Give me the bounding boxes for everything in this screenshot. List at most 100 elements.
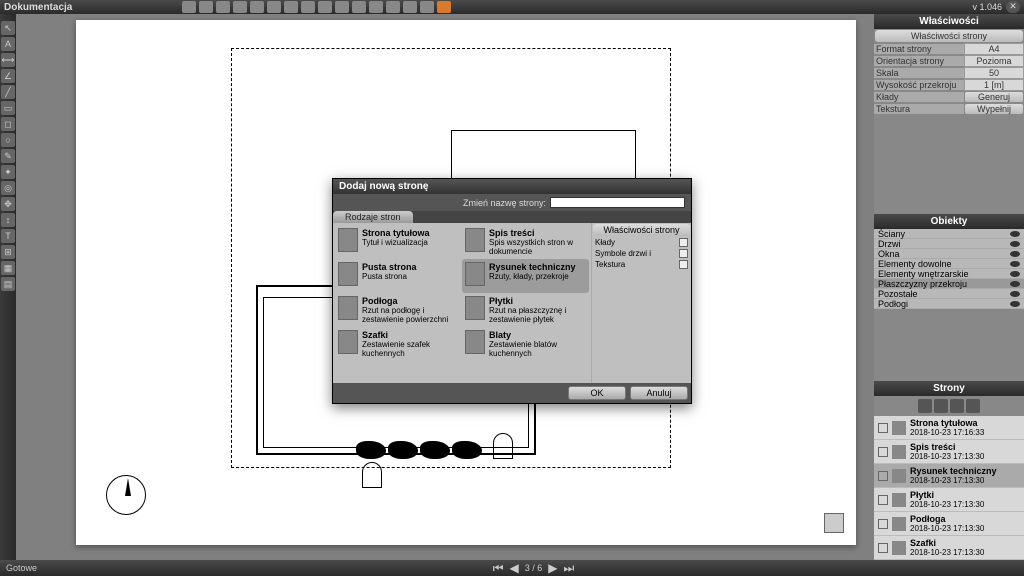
tool-t-icon[interactable]: T xyxy=(1,229,15,243)
top-toolbar xyxy=(182,1,451,13)
tool-icon[interactable] xyxy=(335,1,349,13)
visibility-icon[interactable] xyxy=(1010,231,1020,237)
tool-dim-icon[interactable]: ⟷ xyxy=(1,53,15,67)
page-checkbox[interactable] xyxy=(878,543,888,553)
tool-icon[interactable] xyxy=(403,1,417,13)
object-row[interactable]: Drzwi xyxy=(874,239,1024,249)
page-checkbox[interactable] xyxy=(878,447,888,457)
tool-icon[interactable] xyxy=(420,1,434,13)
tool-rect-icon[interactable]: ▭ xyxy=(1,101,15,115)
page-thumb-icon xyxy=(892,517,906,531)
checkbox[interactable] xyxy=(679,249,688,258)
prop-value[interactable]: A4 xyxy=(964,43,1024,55)
props-section[interactable]: Właściwości strony xyxy=(875,30,1023,42)
page-type-item[interactable]: Strona tytułowaTytuł i wizualizacja xyxy=(335,225,462,259)
page-row[interactable]: Strona tytułowa2018-10-23 17:16:33 xyxy=(874,416,1024,440)
visibility-icon[interactable] xyxy=(1010,281,1020,287)
visibility-icon[interactable] xyxy=(1010,251,1020,257)
page-next-icon[interactable]: ▶ xyxy=(548,561,557,575)
tool-icon[interactable] xyxy=(267,1,281,13)
visibility-icon[interactable] xyxy=(1010,261,1020,267)
prop-value[interactable]: 1 [m] xyxy=(964,79,1024,91)
generate-button[interactable]: Generuj xyxy=(964,91,1024,103)
tool-move-icon[interactable]: ✥ xyxy=(1,197,15,211)
pages-panel: Strona tytułowa2018-10-23 17:16:33Spis t… xyxy=(874,396,1024,560)
object-row[interactable]: Elementy wnętrzarskie xyxy=(874,269,1024,279)
dialog-title: Dodaj nową stronę xyxy=(333,179,691,194)
prop-value[interactable]: Pozioma xyxy=(964,55,1024,67)
object-row[interactable]: Płaszczyzny przekroju xyxy=(874,279,1024,289)
tool-angle-icon[interactable]: ∠ xyxy=(1,69,15,83)
tool-target-icon[interactable]: ◎ xyxy=(1,181,15,195)
page-checkbox[interactable] xyxy=(878,519,888,529)
tool-icon[interactable] xyxy=(386,1,400,13)
tool-icon[interactable] xyxy=(318,1,332,13)
tool-cal-icon[interactable]: ▤ xyxy=(1,277,15,291)
object-row[interactable]: Pozostałe xyxy=(874,289,1024,299)
page-row[interactable]: Spis treści2018-10-23 17:13:30 xyxy=(874,440,1024,464)
rename-input[interactable] xyxy=(550,197,685,208)
ok-button[interactable]: OK xyxy=(568,386,626,400)
prop-label: Tekstura xyxy=(874,104,964,114)
object-row[interactable]: Elementy dowolne xyxy=(874,259,1024,269)
checkbox[interactable] xyxy=(679,260,688,269)
page-type-item[interactable]: SzafkiZestawienie szafek kuchennych xyxy=(335,327,462,361)
tool-pen-icon[interactable]: ✎ xyxy=(1,149,15,163)
prop-value[interactable]: 50 xyxy=(964,67,1024,79)
tool-icon[interactable] xyxy=(301,1,315,13)
tool-icon[interactable] xyxy=(437,1,451,13)
page-last-icon[interactable]: ⏭ xyxy=(564,561,575,576)
page-row[interactable]: Płytki2018-10-23 17:13:30 xyxy=(874,488,1024,512)
page-row[interactable]: Rysunek techniczny2018-10-23 17:13:30 xyxy=(874,464,1024,488)
page-checkbox[interactable] xyxy=(878,471,888,481)
object-row[interactable]: Podłogi xyxy=(874,299,1024,309)
page-prev-icon[interactable]: ◀ xyxy=(510,561,519,575)
tool-icon[interactable] xyxy=(352,1,366,13)
tool-rect2-icon[interactable]: ◻ xyxy=(1,117,15,131)
dlg-prop-row: Kłady xyxy=(592,237,691,248)
page-checkbox[interactable] xyxy=(878,423,888,433)
visibility-icon[interactable] xyxy=(1010,301,1020,307)
fill-button[interactable]: Wypełnij xyxy=(964,103,1024,115)
tool-icon[interactable] xyxy=(250,1,264,13)
tool-line-icon[interactable]: ╱ xyxy=(1,85,15,99)
tool-cursor-icon[interactable]: ↖ xyxy=(1,21,15,35)
tool-icon[interactable] xyxy=(284,1,298,13)
dlg-right-header[interactable]: Właściwości strony xyxy=(593,224,690,236)
tool-grid-icon[interactable]: ▦ xyxy=(1,261,15,275)
page-type-item[interactable]: Rysunek technicznyRzuty, kłady, przekroj… xyxy=(462,259,589,293)
tool-icon[interactable] xyxy=(199,1,213,13)
tool-swap-icon[interactable]: ↕ xyxy=(1,213,15,227)
object-row[interactable]: Ściany xyxy=(874,229,1024,239)
page-first-icon[interactable]: ⏮ xyxy=(493,561,504,576)
page-row[interactable]: Podłoga2018-10-23 17:13:30 xyxy=(874,512,1024,536)
page-type-item[interactable]: PłytkiRzut na płaszczyznę i zestawienie … xyxy=(462,293,589,327)
page-type-item[interactable]: Pusta stronaPusta strona xyxy=(335,259,462,293)
cancel-button[interactable]: Anuluj xyxy=(630,386,688,400)
overview-icon[interactable] xyxy=(824,513,844,533)
tool-circle-icon[interactable]: ○ xyxy=(1,133,15,147)
page-action-icon[interactable] xyxy=(918,399,932,413)
page-type-item[interactable]: BlatyZestawienie blatów kuchennych xyxy=(462,327,589,361)
visibility-icon[interactable] xyxy=(1010,241,1020,247)
visibility-icon[interactable] xyxy=(1010,291,1020,297)
page-row[interactable]: Szafki2018-10-23 17:13:30 xyxy=(874,536,1024,560)
page-checkbox[interactable] xyxy=(878,495,888,505)
tool-table-icon[interactable]: ⊞ xyxy=(1,245,15,259)
page-type-item[interactable]: PodłogaRzut na podłogę i zestawienie pow… xyxy=(335,293,462,327)
page-action-icon[interactable] xyxy=(950,399,964,413)
tool-wand-icon[interactable]: ✦ xyxy=(1,165,15,179)
close-button[interactable]: ✕ xyxy=(1006,1,1020,13)
tool-icon[interactable] xyxy=(182,1,196,13)
object-row[interactable]: Okna xyxy=(874,249,1024,259)
page-type-item[interactable]: Spis treściSpis wszystkich stron w dokum… xyxy=(462,225,589,259)
tool-icon[interactable] xyxy=(233,1,247,13)
tool-text-icon[interactable]: A xyxy=(1,37,15,51)
tool-icon[interactable] xyxy=(216,1,230,13)
page-action-icon[interactable] xyxy=(966,399,980,413)
tab-page-types[interactable]: Rodzaje stron xyxy=(333,211,413,223)
page-action-icon[interactable] xyxy=(934,399,948,413)
tool-icon[interactable] xyxy=(369,1,383,13)
visibility-icon[interactable] xyxy=(1010,271,1020,277)
checkbox[interactable] xyxy=(679,238,688,247)
